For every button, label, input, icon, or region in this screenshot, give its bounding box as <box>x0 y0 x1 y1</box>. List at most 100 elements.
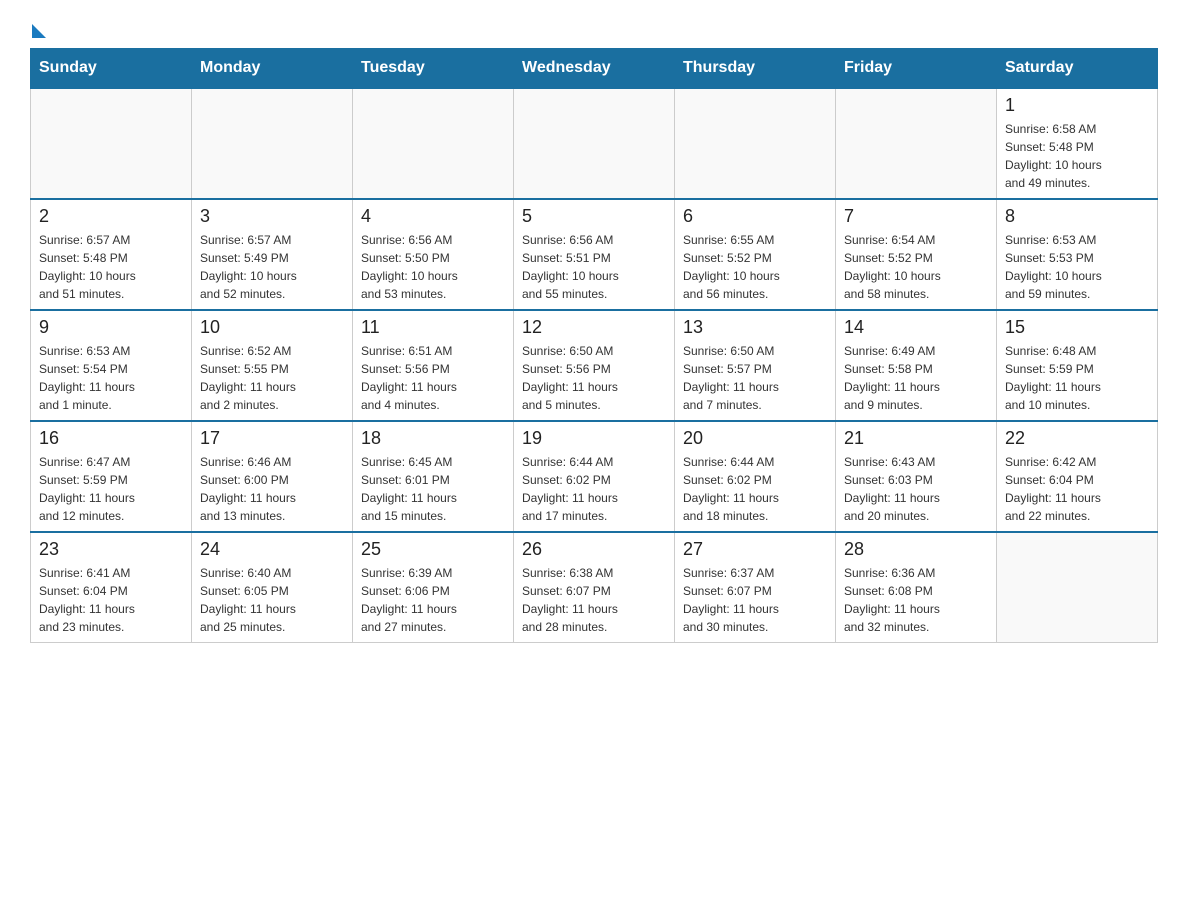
day-info: Sunrise: 6:58 AMSunset: 5:48 PMDaylight:… <box>1005 120 1149 192</box>
calendar-cell: 23 Sunrise: 6:41 AMSunset: 6:04 PMDayligh… <box>31 532 192 643</box>
day-number: 18 <box>361 428 505 449</box>
day-info: Sunrise: 6:51 AMSunset: 5:56 PMDaylight:… <box>361 342 505 414</box>
calendar-cell: 8 Sunrise: 6:53 AMSunset: 5:53 PMDaylight… <box>997 199 1158 310</box>
day-info: Sunrise: 6:48 AMSunset: 5:59 PMDaylight:… <box>1005 342 1149 414</box>
calendar-cell: 4Sunrise: 6:56 AMSunset: 5:50 PMDaylight… <box>353 199 514 310</box>
day-info: Sunrise: 6:40 AMSunset: 6:05 PMDaylight:… <box>200 564 344 636</box>
calendar-cell: 6 Sunrise: 6:55 AMSunset: 5:52 PMDaylight… <box>675 199 836 310</box>
day-header-monday: Monday <box>192 49 353 89</box>
calendar-cell: 25 Sunrise: 6:39 AMSunset: 6:06 PMDayligh… <box>353 532 514 643</box>
calendar-cell: 18 Sunrise: 6:45 AMSunset: 6:01 PMDayligh… <box>353 421 514 532</box>
day-info: Sunrise: 6:47 AMSunset: 5:59 PMDaylight:… <box>39 453 183 525</box>
calendar-cell: 9 Sunrise: 6:53 AMSunset: 5:54 PMDaylight… <box>31 310 192 421</box>
day-number: 6 <box>683 206 827 227</box>
day-number: 1 <box>1005 95 1149 116</box>
day-header-thursday: Thursday <box>675 49 836 89</box>
day-number: 4 <box>361 206 505 227</box>
calendar-cell: 15Sunrise: 6:48 AMSunset: 5:59 PMDayligh… <box>997 310 1158 421</box>
week-row-4: 16 Sunrise: 6:47 AMSunset: 5:59 PMDayligh… <box>31 421 1158 532</box>
calendar-cell: 28 Sunrise: 6:36 AMSunset: 6:08 PMDayligh… <box>836 532 997 643</box>
day-info: Sunrise: 6:55 AMSunset: 5:52 PMDaylight:… <box>683 231 827 303</box>
logo-general-text <box>30 20 46 38</box>
days-of-week-row: SundayMondayTuesdayWednesdayThursdayFrid… <box>31 49 1158 89</box>
calendar-table: SundayMondayTuesdayWednesdayThursdayFrid… <box>30 48 1158 643</box>
day-info: Sunrise: 6:49 AMSunset: 5:58 PMDaylight:… <box>844 342 988 414</box>
logo-arrow-icon <box>32 24 46 38</box>
calendar-cell <box>997 532 1158 643</box>
day-info: Sunrise: 6:42 AMSunset: 6:04 PMDaylight:… <box>1005 453 1149 525</box>
day-info: Sunrise: 6:39 AMSunset: 6:06 PMDaylight:… <box>361 564 505 636</box>
calendar-cell: 10 Sunrise: 6:52 AMSunset: 5:55 PMDayligh… <box>192 310 353 421</box>
day-number: 27 <box>683 539 827 560</box>
calendar-header: SundayMondayTuesdayWednesdayThursdayFrid… <box>31 49 1158 89</box>
day-number: 24 <box>200 539 344 560</box>
calendar-body: 1 Sunrise: 6:58 AMSunset: 5:48 PMDaylight… <box>31 88 1158 643</box>
day-info: Sunrise: 6:45 AMSunset: 6:01 PMDaylight:… <box>361 453 505 525</box>
calendar-cell: 11 Sunrise: 6:51 AMSunset: 5:56 PMDayligh… <box>353 310 514 421</box>
day-info: Sunrise: 6:53 AMSunset: 5:53 PMDaylight:… <box>1005 231 1149 303</box>
calendar-cell: 24 Sunrise: 6:40 AMSunset: 6:05 PMDayligh… <box>192 532 353 643</box>
page-header <box>30 20 1158 38</box>
calendar-cell: 27 Sunrise: 6:37 AMSunset: 6:07 PMDayligh… <box>675 532 836 643</box>
day-number: 22 <box>1005 428 1149 449</box>
day-number: 25 <box>361 539 505 560</box>
day-number: 19 <box>522 428 666 449</box>
day-info: Sunrise: 6:41 AMSunset: 6:04 PMDaylight:… <box>39 564 183 636</box>
day-number: 2 <box>39 206 183 227</box>
calendar-cell: 16 Sunrise: 6:47 AMSunset: 5:59 PMDayligh… <box>31 421 192 532</box>
day-header-sunday: Sunday <box>31 49 192 89</box>
calendar-cell <box>192 88 353 199</box>
calendar-cell <box>31 88 192 199</box>
day-info: Sunrise: 6:53 AMSunset: 5:54 PMDaylight:… <box>39 342 183 414</box>
day-header-saturday: Saturday <box>997 49 1158 89</box>
calendar-cell: 19 Sunrise: 6:44 AMSunset: 6:02 PMDayligh… <box>514 421 675 532</box>
calendar-cell: 5 Sunrise: 6:56 AMSunset: 5:51 PMDaylight… <box>514 199 675 310</box>
day-number: 5 <box>522 206 666 227</box>
day-number: 28 <box>844 539 988 560</box>
day-info: Sunrise: 6:57 AMSunset: 5:48 PMDaylight:… <box>39 231 183 303</box>
day-number: 20 <box>683 428 827 449</box>
calendar-cell: 26Sunrise: 6:38 AMSunset: 6:07 PMDayligh… <box>514 532 675 643</box>
day-info: Sunrise: 6:44 AMSunset: 6:02 PMDaylight:… <box>683 453 827 525</box>
calendar-cell: 20 Sunrise: 6:44 AMSunset: 6:02 PMDayligh… <box>675 421 836 532</box>
day-number: 14 <box>844 317 988 338</box>
day-number: 9 <box>39 317 183 338</box>
day-info: Sunrise: 6:43 AMSunset: 6:03 PMDaylight:… <box>844 453 988 525</box>
day-number: 12 <box>522 317 666 338</box>
week-row-3: 9 Sunrise: 6:53 AMSunset: 5:54 PMDaylight… <box>31 310 1158 421</box>
day-info: Sunrise: 6:57 AMSunset: 5:49 PMDaylight:… <box>200 231 344 303</box>
day-header-tuesday: Tuesday <box>353 49 514 89</box>
calendar-cell <box>836 88 997 199</box>
day-info: Sunrise: 6:50 AMSunset: 5:57 PMDaylight:… <box>683 342 827 414</box>
calendar-cell: 3 Sunrise: 6:57 AMSunset: 5:49 PMDaylight… <box>192 199 353 310</box>
day-number: 11 <box>361 317 505 338</box>
day-number: 21 <box>844 428 988 449</box>
calendar-cell <box>514 88 675 199</box>
day-number: 3 <box>200 206 344 227</box>
day-number: 10 <box>200 317 344 338</box>
day-header-friday: Friday <box>836 49 997 89</box>
day-number: 17 <box>200 428 344 449</box>
day-number: 8 <box>1005 206 1149 227</box>
logo <box>30 20 46 38</box>
day-info: Sunrise: 6:46 AMSunset: 6:00 PMDaylight:… <box>200 453 344 525</box>
day-number: 23 <box>39 539 183 560</box>
day-info: Sunrise: 6:56 AMSunset: 5:51 PMDaylight:… <box>522 231 666 303</box>
day-info: Sunrise: 6:54 AMSunset: 5:52 PMDaylight:… <box>844 231 988 303</box>
calendar-cell: 17 Sunrise: 6:46 AMSunset: 6:00 PMDayligh… <box>192 421 353 532</box>
calendar-cell: 12Sunrise: 6:50 AMSunset: 5:56 PMDayligh… <box>514 310 675 421</box>
day-number: 7 <box>844 206 988 227</box>
calendar-cell: 14 Sunrise: 6:49 AMSunset: 5:58 PMDayligh… <box>836 310 997 421</box>
week-row-1: 1 Sunrise: 6:58 AMSunset: 5:48 PMDaylight… <box>31 88 1158 199</box>
day-info: Sunrise: 6:37 AMSunset: 6:07 PMDaylight:… <box>683 564 827 636</box>
day-number: 16 <box>39 428 183 449</box>
calendar-cell: 1 Sunrise: 6:58 AMSunset: 5:48 PMDaylight… <box>997 88 1158 199</box>
calendar-cell: 2 Sunrise: 6:57 AMSunset: 5:48 PMDaylight… <box>31 199 192 310</box>
day-info: Sunrise: 6:52 AMSunset: 5:55 PMDaylight:… <box>200 342 344 414</box>
day-info: Sunrise: 6:36 AMSunset: 6:08 PMDaylight:… <box>844 564 988 636</box>
calendar-cell: 13 Sunrise: 6:50 AMSunset: 5:57 PMDayligh… <box>675 310 836 421</box>
day-number: 13 <box>683 317 827 338</box>
week-row-5: 23 Sunrise: 6:41 AMSunset: 6:04 PMDayligh… <box>31 532 1158 643</box>
day-info: Sunrise: 6:44 AMSunset: 6:02 PMDaylight:… <box>522 453 666 525</box>
day-info: Sunrise: 6:38 AMSunset: 6:07 PMDaylight:… <box>522 564 666 636</box>
